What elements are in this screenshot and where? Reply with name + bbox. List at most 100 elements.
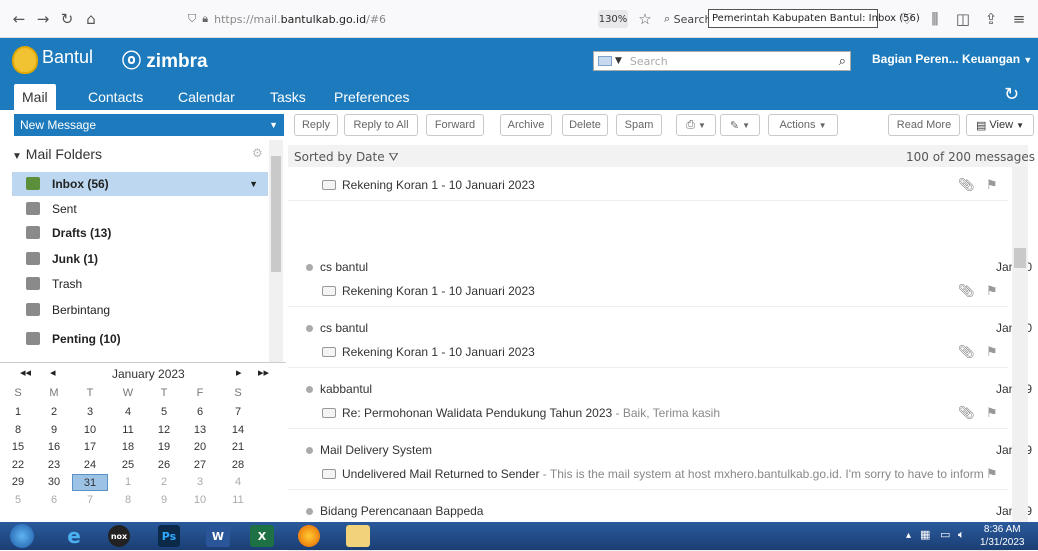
folder-berbintang[interactable]: Berbintang	[12, 298, 268, 322]
message-subject-row[interactable]: Rekening Koran 1 - 10 Januari 2023	[322, 178, 984, 192]
print-button[interactable]: ⎙ ▼	[676, 114, 716, 136]
calendar-day[interactable]: 4	[110, 404, 146, 421]
tab-preferences[interactable]: Preferences	[326, 84, 417, 110]
internet-explorer-icon[interactable]: e	[60, 524, 88, 548]
menu-icon[interactable]: ≡	[1008, 8, 1030, 30]
message-subject-row[interactable]: Rekening Koran 1 - 10 Januari 2023	[322, 284, 984, 298]
message-subject-row[interactable]: Rekening Koran 1 - 10 Januari 2023	[322, 345, 984, 359]
flag-icon[interactable]: ⚑	[986, 406, 998, 421]
calendar-day[interactable]: 28	[220, 457, 256, 474]
calendar-day[interactable]: 15	[0, 439, 36, 456]
tab-tasks[interactable]: Tasks	[262, 84, 314, 110]
message-sender[interactable]: kabbantul	[306, 382, 372, 396]
calendar-day[interactable]: 8	[110, 492, 146, 509]
forward-button[interactable]: Forward	[426, 114, 484, 136]
flag-icon[interactable]: ⚑	[986, 467, 998, 482]
folder-tree-header[interactable]: ▼ Mail Folders	[12, 146, 102, 162]
firefox-icon[interactable]	[298, 525, 320, 547]
calendar-day[interactable]: 11	[220, 492, 256, 509]
calendar-day[interactable]: 18	[110, 439, 146, 456]
reply-all-button[interactable]: Reply to All	[344, 114, 418, 136]
tab-mail[interactable]: Mail	[14, 84, 56, 110]
next-month-icon[interactable]: ▸	[236, 366, 242, 379]
calendar-day[interactable]: 23	[36, 457, 72, 474]
message-subject-row[interactable]: Re: Permohonan Walidata Pendukung Tahun …	[322, 406, 984, 420]
calendar-day[interactable]: 3	[182, 474, 218, 491]
calendar-day[interactable]: 5	[0, 492, 36, 509]
mail-search-type-icon[interactable]	[598, 56, 612, 66]
bookmark-star-icon[interactable]: ☆	[634, 8, 656, 30]
calendar-day[interactable]: 19	[146, 439, 182, 456]
message-subject-row[interactable]: Undelivered Mail Returned to Sender - Th…	[322, 467, 984, 481]
calendar-day[interactable]: 11	[110, 422, 146, 439]
library-icon[interactable]: ⫼	[924, 8, 946, 30]
spam-button[interactable]: Spam	[616, 114, 662, 136]
message-sender[interactable]: cs bantul	[306, 260, 368, 274]
system-clock[interactable]: 8:36 AM 1/31/2023	[980, 523, 1025, 549]
calendar-day[interactable]: 12	[146, 422, 182, 439]
actions-button[interactable]: Actions ▼	[768, 114, 838, 136]
calendar-day[interactable]: 2	[36, 404, 72, 421]
flag-icon[interactable]: ⚑	[986, 178, 998, 193]
calendar-day[interactable]: 10	[182, 492, 218, 509]
volume-icon[interactable]: 🔈︎	[958, 528, 965, 542]
calendar-day[interactable]: 3	[72, 404, 108, 421]
calendar-day[interactable]: 7	[72, 492, 108, 509]
collapse-arrow-icon[interactable]: ▼	[12, 151, 22, 162]
calendar-day[interactable]: 10	[72, 422, 108, 439]
delete-button[interactable]: Delete	[562, 114, 608, 136]
view-button[interactable]: ▤ View ▼	[966, 114, 1034, 136]
flag-icon[interactable]: ⚑	[986, 345, 998, 360]
calendar-day[interactable]: 4	[220, 474, 256, 491]
next-year-icon[interactable]: ▸▸	[258, 366, 269, 379]
word-icon[interactable]: W	[206, 525, 230, 547]
calendar-day[interactable]: 13	[182, 422, 218, 439]
back-icon[interactable]: ←	[8, 8, 30, 30]
chevron-down-icon[interactable]: ▼	[249, 179, 258, 189]
search-icon[interactable]: ⌕	[839, 54, 846, 69]
calendar-day[interactable]: 31	[72, 474, 108, 491]
calendar-day[interactable]: 17	[72, 439, 108, 456]
calendar-day[interactable]: 6	[182, 404, 218, 421]
reply-button[interactable]: Reply	[294, 114, 338, 136]
calendar-day[interactable]: 16	[36, 439, 72, 456]
calendar-day[interactable]: 9	[146, 492, 182, 509]
network-icon[interactable]: ▦	[920, 528, 930, 541]
calendar-day[interactable]: 24	[72, 457, 108, 474]
gear-icon[interactable]: ⚙	[252, 146, 263, 160]
folder-drafts[interactable]: Drafts (13)	[12, 221, 268, 245]
sort-by-date[interactable]: Sorted by Date ⛛	[294, 150, 399, 165]
new-message-button[interactable]: New Message ▼	[14, 114, 284, 136]
calendar-day[interactable]: 26	[146, 457, 182, 474]
photoshop-icon[interactable]: Ps	[158, 525, 180, 547]
pocket-icon[interactable]: ♡	[896, 8, 918, 30]
calendar-day[interactable]: 30	[36, 474, 72, 491]
share-icon[interactable]: ⇪	[980, 8, 1002, 30]
chevron-down-icon[interactable]: ▼	[269, 120, 278, 130]
folder-junk[interactable]: Junk (1)	[12, 247, 268, 271]
calendar-day[interactable]: 22	[0, 457, 36, 474]
chevron-down-icon[interactable]: ▼	[615, 56, 622, 66]
sidebar-icon[interactable]: ◫	[952, 8, 974, 30]
archive-button[interactable]: Archive	[500, 114, 552, 136]
message-sender[interactable]: Mail Delivery System	[306, 443, 432, 457]
folder-scrollbar-thumb[interactable]	[271, 156, 281, 272]
message-list-scrollbar-thumb[interactable]	[1014, 248, 1026, 268]
folder-inbox[interactable]: Inbox (56) ▼	[12, 172, 268, 196]
calendar-day[interactable]: 1	[110, 474, 146, 491]
calendar-day[interactable]: 7	[220, 404, 256, 421]
message-sender[interactable]: cs bantul	[306, 321, 368, 335]
refresh-icon[interactable]: ↻	[1004, 84, 1019, 105]
calendar-day[interactable]: 29	[0, 474, 36, 491]
calendar-day[interactable]: 20	[182, 439, 218, 456]
reload-icon[interactable]: ↻	[56, 8, 78, 30]
calendar-day[interactable]: 1	[0, 404, 36, 421]
prev-year-icon[interactable]: ◂◂	[20, 366, 31, 379]
tray-arrow-icon[interactable]: ▴	[906, 530, 911, 541]
message-sender[interactable]: Bidang Perencanaan Bappeda	[306, 504, 483, 518]
forward-icon[interactable]: →	[32, 8, 54, 30]
tab-contacts[interactable]: Contacts	[80, 84, 151, 110]
calendar-day[interactable]: 5	[146, 404, 182, 421]
user-menu[interactable]: Bagian Peren... Keuangan ▼	[872, 52, 1032, 66]
start-button-icon[interactable]	[10, 524, 34, 548]
